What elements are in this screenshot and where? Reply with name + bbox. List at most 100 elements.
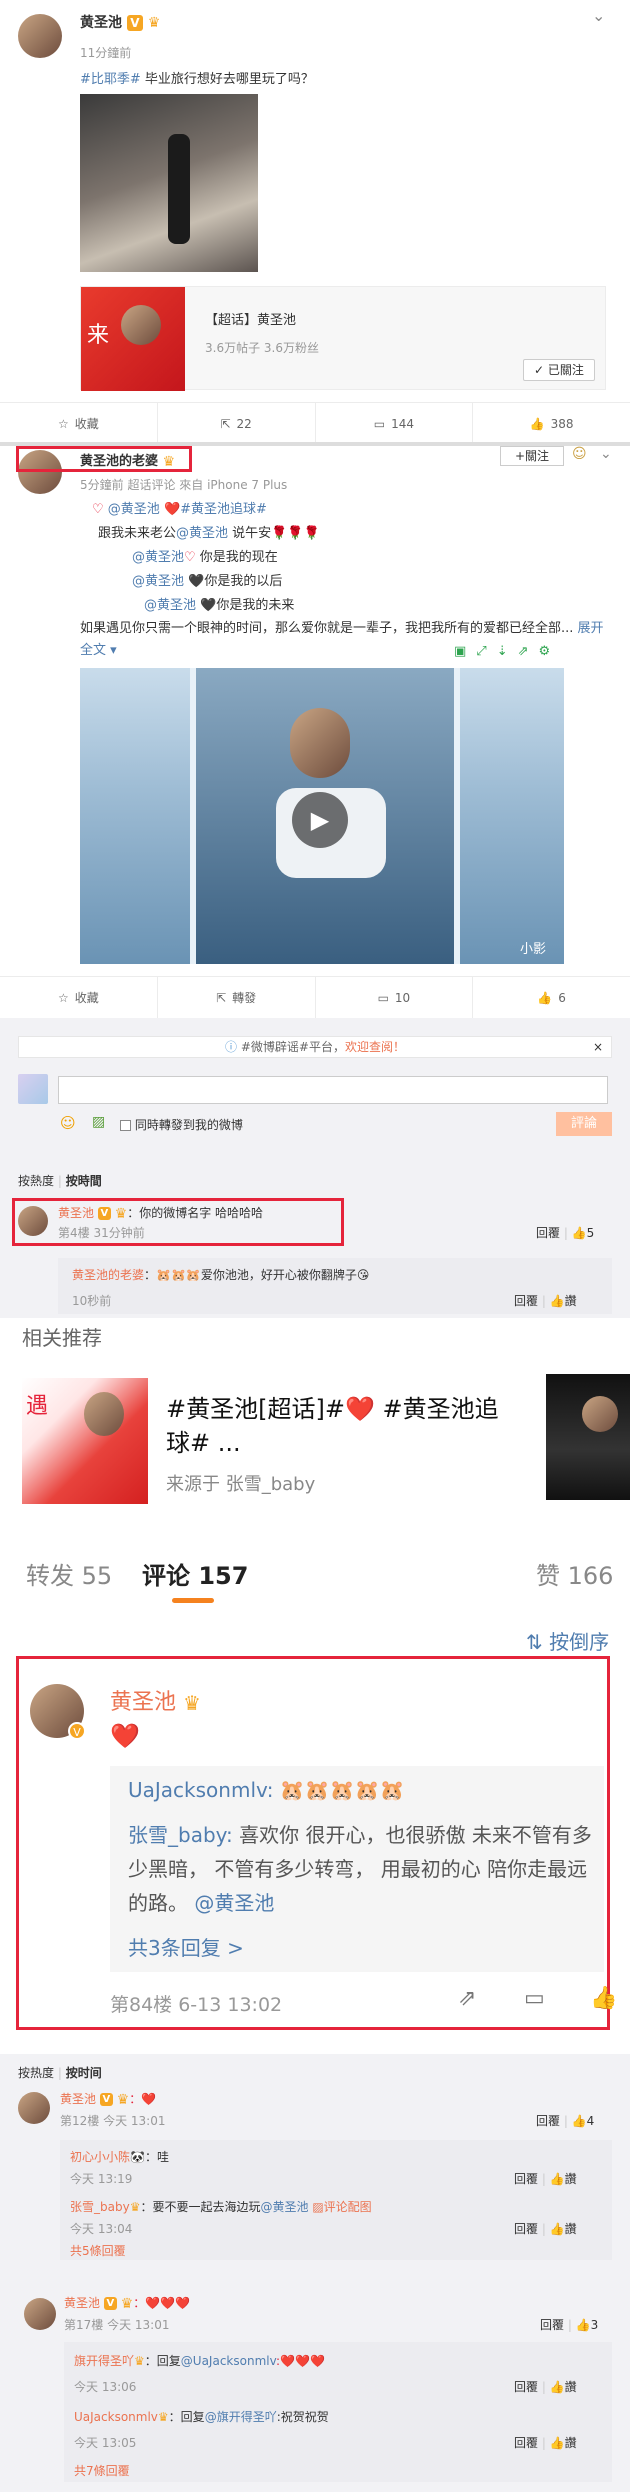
sort-by-hot[interactable]: 按熱度 [18,1174,54,1188]
reply-preview[interactable]: UaJacksonmlv: 🐹🐹🐹🐹🐹 张雪_baby: 喜欢你 很开心，也很骄… [110,1766,604,1972]
replier-name[interactable]: 张雪_baby: [128,1823,233,1847]
thumb-up-icon[interactable]: 👍 [572,2114,587,2128]
replier-name[interactable]: UaJacksonmlv: [128,1778,273,1802]
star-icon: ☆ [57,416,69,431]
comment-image-link[interactable]: 评论配图 [324,2200,372,2214]
heart-icon: ♡ [92,502,104,517]
thumb-up-icon[interactable]: 👍 [550,2436,565,2450]
favorite-button[interactable]: ☆ 收藏 [0,403,158,444]
emoji-icon[interactable]: ☺ [60,1114,76,1132]
mention-link[interactable]: @黄圣池 [176,526,228,541]
topic-link[interactable]: #比耶季# [80,72,141,87]
video-player[interactable]: ▶ 小影 [80,668,564,964]
image-icon[interactable]: ▨ [92,1114,105,1130]
notice-link[interactable]: 欢迎查阅！ [345,1040,405,1054]
repost-checkbox[interactable] [120,1120,131,1131]
thumb-up-icon[interactable]: 👍 [572,1226,587,1240]
download-icon[interactable]: ⇣ [497,644,518,659]
close-icon[interactable]: × [593,1037,603,1057]
comment-button[interactable]: ▭ 10 [316,977,474,1018]
mention-link[interactable]: @黄圣池 [108,502,160,517]
reply-tail: :❤️❤️❤️ [276,2354,325,2368]
mention-link[interactable]: @旗开得圣吖 [205,2410,277,2424]
crown-icon: ♛ [116,2091,130,2108]
comment-input[interactable] [58,1076,608,1104]
save-icon[interactable]: ▣ [454,644,476,659]
avatar[interactable] [18,2092,50,2124]
thumb-up-icon[interactable]: 👍 [550,1294,565,1308]
thumb-up-icon[interactable]: 👍 [576,2318,591,2332]
repost-checkbox-label: 同時轉發到我的微博 [134,1118,243,1132]
replier-name[interactable]: 初心小小陈 [70,2150,130,2164]
expand-icon[interactable]: ⤢ [476,644,496,659]
options-icon[interactable]: ☺ [572,446,587,462]
replier-name[interactable]: UaJacksonmlv [74,2410,158,2424]
repost-button[interactable]: ⇱ 轉發 [158,977,316,1018]
card-thumbnail: 来 [81,287,185,391]
super-topic-card[interactable]: 来 【超话】黄圣池 3.6万帖子 3.6万粉丝 ✓ 已關注 [80,286,606,391]
author-name[interactable]: 黄圣池 [80,15,122,31]
favorite-button[interactable]: ☆ 收藏 [0,977,158,1018]
lower-comment-section: 按热度 | 按时间 黄圣池 V ♛：❤️ 第12樓 今天 13:01 回覆 | … [0,2054,630,2492]
reply-button[interactable]: 回覆 [536,2112,560,2129]
thumb-up-icon[interactable]: 👍 [550,2380,565,2394]
image-icon[interactable]: ▨ [312,2200,323,2214]
thumb-up-icon[interactable]: 👍 [550,2172,565,2186]
share-icon[interactable]: ⇗ [458,1986,476,2011]
view-replies-link[interactable]: 共3条回复 > [128,1932,244,1961]
mention-link[interactable]: @黄圣池 [194,1891,274,1915]
followed-button[interactable]: ✓ 已關注 [523,359,595,381]
more-replies-link[interactable]: 共7條回覆 [74,2462,130,2479]
reply-time: 今天 13:19 [70,2172,133,2186]
sort-by-time[interactable]: 按时间 [66,2066,102,2080]
avatar[interactable] [24,2298,56,2330]
topic-link[interactable]: #黄圣池追球# [180,502,267,517]
thumb-up-icon[interactable]: 👍 [590,1986,617,2011]
commenter-name[interactable]: 黄圣池 [64,2296,100,2310]
post-2-action-bar: ☆ 收藏 ⇱ 轉發 ▭ 10 👍 6 [0,976,630,1018]
like-button[interactable]: 👍 388 [473,403,630,444]
follow-button[interactable]: +關注 [500,446,564,466]
mention-link[interactable]: @黄圣池 [144,598,196,613]
replier-name[interactable]: 旗开得圣吖 [74,2354,134,2368]
avatar[interactable] [18,14,62,58]
sort-by-hot[interactable]: 按热度 [18,2066,54,2080]
comment-icon[interactable]: ▭ [524,1986,545,2011]
gear-icon[interactable]: ⚙ [539,644,561,659]
reply-button[interactable]: 回覆 [514,2380,538,2394]
reply-button[interactable]: 回覆 [540,2316,564,2333]
post-time: 11分鐘前 [80,46,132,60]
sort-by-time[interactable]: 按時間 [66,1174,102,1188]
commenter-name[interactable]: 黄圣池 [110,1690,176,1715]
comment-icon: ▭ [373,416,386,431]
mention-link[interactable]: @黄圣池 [132,550,184,565]
reply-button[interactable]: 回覆 [514,2172,538,2186]
chevron-down-icon[interactable]: ⌄ [600,446,612,462]
mention-link[interactable]: @UaJacksonmlv [181,2354,276,2368]
like-count: 4 [586,2114,595,2128]
more-replies-link[interactable]: 共5條回覆 [70,2242,126,2259]
like-button[interactable]: 👍 6 [473,977,630,1018]
commenter-name[interactable]: 黄圣池 [60,2092,96,2106]
tab-like[interactable]: 赞 166 [536,1556,613,1591]
reply-button[interactable]: 回覆 [536,1224,560,1241]
play-button[interactable]: ▶ [292,792,348,848]
comment-button[interactable]: ▭ 144 [316,403,474,444]
related-card[interactable]: 遇 #黄圣池[超话]#❤️ #黄圣池追球# ... 来源于 张雪_baby [0,1370,630,1510]
replier-name[interactable]: 黄圣池的老婆 [72,1268,144,1282]
share-icon[interactable]: ⇗ [518,644,539,659]
tab-comment[interactable]: 评论 157 [142,1556,248,1591]
reply-button[interactable]: 回覆 [514,1292,538,1309]
thumb-up-icon[interactable]: 👍 [550,2222,565,2236]
submit-comment-button[interactable]: 評論 [556,1112,612,1136]
repost-button[interactable]: ⇱ 22 [158,403,316,444]
replier-name[interactable]: 张雪_baby [70,2200,130,2214]
mention-link[interactable]: @黄圣池 [132,574,184,589]
tab-repost[interactable]: 转发 55 [26,1556,112,1591]
mention-link[interactable]: @黄圣池 [260,2200,308,2214]
chevron-down-icon[interactable]: ⌄ [592,6,605,25]
post-image[interactable] [80,94,258,272]
reply-button[interactable]: 回覆 [514,2436,538,2450]
reply-button[interactable]: 回覆 [514,2222,538,2236]
order-toggle[interactable]: ⇅ 按倒序 [526,1626,609,1655]
